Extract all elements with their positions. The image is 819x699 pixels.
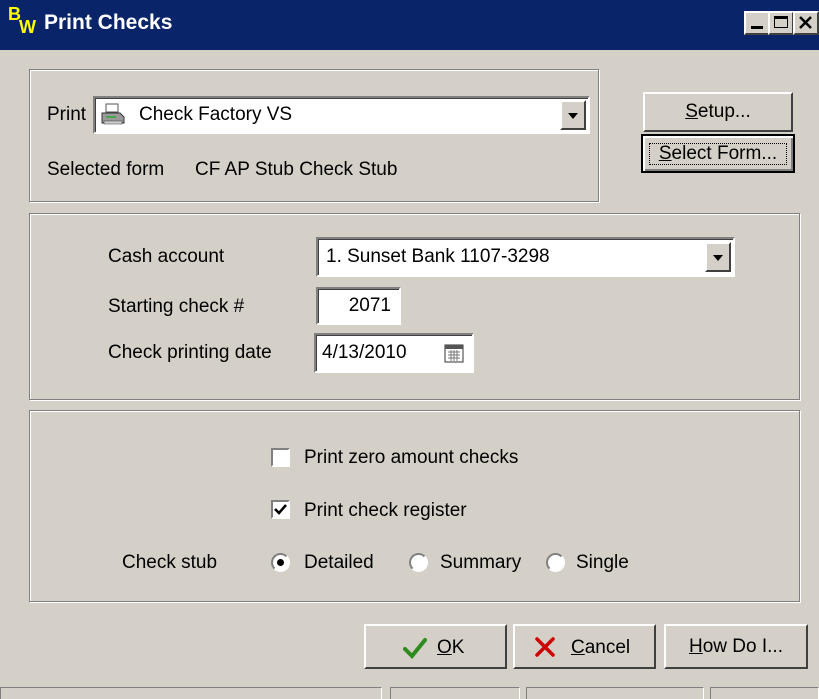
printer-dropdown-button[interactable] — [560, 100, 586, 130]
cancel-button[interactable]: Cancel — [513, 624, 656, 669]
cancel-x-icon — [535, 637, 555, 657]
select-form-button-label: Select Form... — [649, 142, 787, 165]
app-logo-icon: B W — [6, 4, 42, 44]
check-date-input[interactable]: 4/13/2010 — [314, 333, 474, 373]
stub-single-label: Single — [576, 552, 629, 573]
printer-select[interactable]: Check Factory VS — [93, 96, 590, 134]
stub-single-radio[interactable] — [546, 553, 565, 572]
print-label: Print — [47, 104, 87, 125]
printer-name: Check Factory VS — [139, 104, 293, 125]
print-zero-checkbox[interactable] — [271, 448, 290, 467]
how-do-i-button[interactable]: How Do I... — [664, 624, 808, 669]
checkmark-icon — [274, 504, 287, 515]
ok-button[interactable]: OK — [364, 624, 507, 669]
cash-account-label: Cash account — [108, 246, 225, 267]
status-pane — [710, 687, 819, 699]
stub-detailed-radio[interactable] — [271, 553, 290, 572]
check-date-label: Check printing date — [108, 342, 272, 363]
minimize-icon — [751, 26, 763, 29]
printer-group — [29, 69, 599, 202]
cash-account-select[interactable]: 1. Sunset Bank 1107-3298 — [316, 237, 735, 277]
printer-icon — [101, 103, 125, 125]
maximize-icon — [774, 16, 788, 28]
cash-account-dropdown-button[interactable] — [705, 242, 731, 272]
starting-check-label: Starting check # — [108, 296, 245, 317]
print-register-label: Print check register — [304, 500, 467, 521]
title-bar[interactable]: B W Print Checks — [0, 0, 819, 50]
starting-check-input[interactable]: 2071 — [316, 287, 401, 325]
status-pane — [526, 687, 704, 699]
logo-letter-w: W — [19, 17, 36, 37]
ok-button-label: OK — [437, 637, 465, 658]
ok-check-icon — [403, 638, 427, 659]
print-register-checkbox[interactable] — [271, 500, 290, 519]
starting-check-value: 2071 — [348, 295, 391, 316]
print-zero-label: Print zero amount checks — [304, 447, 519, 468]
close-icon — [799, 16, 812, 29]
selected-form-value: CF AP Stub Check Stub — [195, 159, 398, 180]
stub-detailed-label: Detailed — [304, 552, 374, 573]
minimize-button[interactable] — [744, 11, 770, 35]
window-title: Print Checks — [44, 11, 173, 34]
check-stub-label: Check stub — [122, 552, 218, 573]
stub-summary-radio[interactable] — [409, 553, 428, 572]
setup-button-label: Setup... — [685, 101, 751, 122]
calendar-icon[interactable] — [444, 343, 464, 363]
maximize-button[interactable] — [768, 11, 794, 35]
stub-summary-label: Summary — [440, 552, 522, 573]
select-form-button[interactable]: Select Form... — [641, 134, 795, 173]
setup-button[interactable]: Setup... — [643, 92, 793, 132]
cancel-button-label: Cancel — [571, 637, 631, 658]
radio-selected-dot — [277, 559, 284, 566]
cash-account-value: 1. Sunset Bank 1107-3298 — [326, 246, 550, 267]
check-date-value: 4/13/2010 — [322, 342, 407, 363]
selected-form-label: Selected form — [47, 159, 165, 180]
status-pane — [390, 687, 520, 699]
how-do-i-button-label: How Do I... — [689, 635, 783, 657]
close-button[interactable] — [793, 11, 819, 35]
status-pane — [0, 687, 382, 699]
